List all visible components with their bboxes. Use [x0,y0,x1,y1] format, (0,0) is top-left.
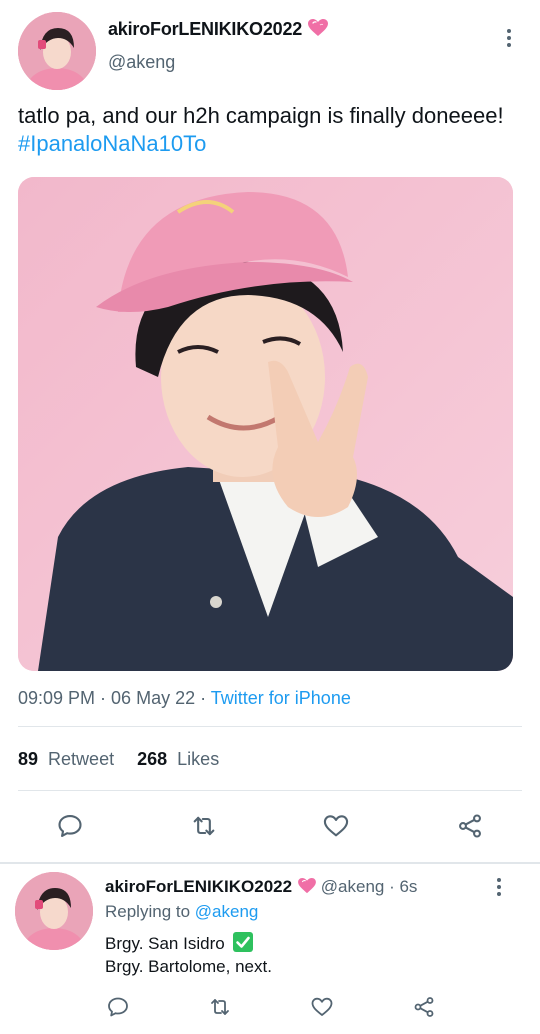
tweet-stats: 89 Retweet 268 Likes [18,749,237,770]
retweet-icon[interactable] [187,809,221,843]
more-options-icon[interactable] [497,26,521,50]
hashtag-link[interactable]: #IpanaloNaNa10To [18,131,206,156]
like-icon[interactable] [319,809,353,843]
divider [18,790,522,791]
author-avatar[interactable] [18,12,96,90]
author-display-name[interactable]: akiroForLENIKIKO2022 [108,19,329,42]
reply-icon[interactable] [53,809,87,843]
tweet-text: tatlo pa, and our h2h campaign is finall… [18,102,518,158]
retweet-icon[interactable] [203,990,237,1024]
reply-text: Brgy. San Isidro Brgy. Bartolome, next. [105,932,272,978]
reply-line-1: Brgy. San Isidro [105,932,272,955]
author-name-text: akiroForLENIKIKO2022 [108,19,303,39]
reply-icon[interactable] [101,990,135,1024]
separator-dot: · [195,688,211,708]
retweet-count: 89 [18,749,39,769]
tweet-date: 06 May 22 [111,688,196,708]
heart-emoji-icon [308,19,329,42]
reply-handle-time: @akeng · 6s [320,877,418,896]
reply-line-1-text: Brgy. San Isidro [105,934,225,953]
retweet-label: Retweet [48,749,115,769]
replying-mention-link[interactable]: @akeng [195,902,259,921]
reply-more-options-icon[interactable] [487,875,511,899]
author-handle[interactable]: @akeng [108,52,175,73]
tweet-metadata: 09:09 PM · 06 May 22 · Twitter for iPhon… [18,688,351,709]
likes-stat[interactable]: 268 Likes [137,749,219,769]
separator-dot: · [95,688,112,708]
reply-author-avatar[interactable] [15,872,93,950]
avatar-photo [18,12,96,90]
likes-label: Likes [177,749,220,769]
share-icon[interactable] [453,809,487,843]
replying-prefix: Replying to [105,902,195,921]
reply-author-name[interactable]: akiroForLENIKIKO2022 [105,877,292,896]
share-icon[interactable] [407,990,441,1024]
retweet-stat[interactable]: 89 Retweet [18,749,114,769]
check-mark-icon [233,932,254,952]
photo-image [18,177,513,671]
like-icon[interactable] [305,990,339,1024]
divider [18,726,522,727]
heart-emoji-icon [298,878,316,899]
section-divider [0,862,540,864]
avatar-photo [15,872,93,950]
tweet-photo[interactable] [18,177,513,671]
tweet-time: 09:09 PM [18,688,96,708]
reply-line-2: Brgy. Bartolome, next. [105,957,272,976]
tweet-source-link[interactable]: Twitter for iPhone [211,688,351,708]
tweet-body: tatlo pa, and our h2h campaign is finall… [18,103,504,128]
reply-header: akiroForLENIKIKO2022 @akeng · 6s [105,877,417,899]
replying-to: Replying to @akeng [105,902,258,922]
likes-count: 268 [137,749,168,769]
